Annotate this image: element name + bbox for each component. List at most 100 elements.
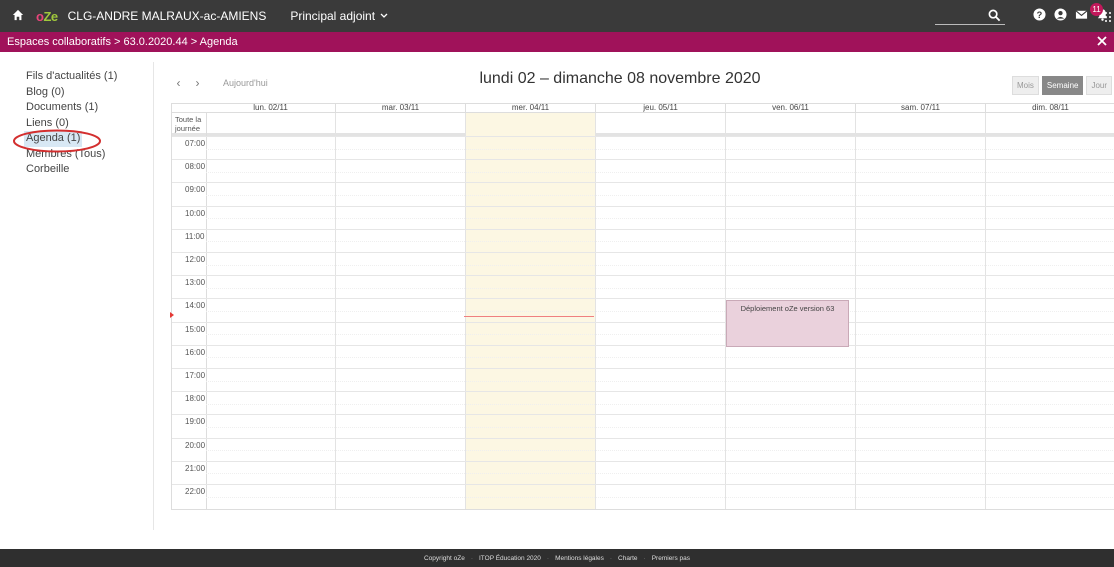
hour-row <box>172 414 1114 437</box>
help-icon[interactable]: ? <box>1033 8 1048 23</box>
hour-label: 11:00 <box>185 231 205 241</box>
footer-itop[interactable]: ITOP Éducation 2020 <box>479 555 541 562</box>
search-icon[interactable] <box>988 9 1002 23</box>
event-title: Déploiement oZe version 63 <box>740 304 835 313</box>
footer-copyright[interactable]: Copyright oZe <box>424 555 465 562</box>
current-time-line <box>464 316 594 317</box>
half-hour-line <box>206 148 1114 150</box>
sidebar-item-documents[interactable]: Documents (1) <box>26 100 117 116</box>
day-header[interactable]: ven. 06/11 <box>726 103 856 113</box>
allday-label: Toute la journée <box>175 115 202 133</box>
half-hour-line <box>206 426 1114 428</box>
hour-label: 07:00 <box>185 139 206 148</box>
grid-bottom-border <box>171 509 1114 510</box>
view-month-button[interactable]: Mois <box>1012 76 1039 95</box>
role-selector[interactable]: Principal adjoint <box>290 9 388 23</box>
footer-charte[interactable]: Charte <box>618 555 638 562</box>
svg-text:?: ? <box>1037 10 1043 20</box>
today-button[interactable]: Aujourd'hui <box>223 78 268 88</box>
hour-row <box>172 182 1114 205</box>
half-hour-line <box>206 450 1114 452</box>
half-hour-line <box>206 241 1114 243</box>
half-hour-line <box>206 473 1114 475</box>
hour-label: 17:00 <box>185 371 206 380</box>
hour-row <box>172 344 1114 368</box>
hour-label: 21:00 <box>185 463 206 473</box>
sidebar-item-blog[interactable]: Blog (0) <box>26 85 117 101</box>
calendar-event[interactable]: Déploiement oZe version 63 <box>726 300 849 347</box>
hour-label: 15:00 <box>185 324 206 334</box>
hour-row <box>172 321 1114 345</box>
calendar-nav: ‹ › Aujourd'hui <box>171 75 268 90</box>
hour-row <box>172 298 1114 321</box>
top-navbar: oZe CLG-ANDRE MALRAUX-ac-AMIENS Principa… <box>0 0 1114 32</box>
hour-label: 10:00 <box>185 208 206 218</box>
footer: Copyright oZe · ITOP Éducation 2020 · Ment… <box>0 549 1114 567</box>
apps-icon[interactable] <box>1104 11 1112 23</box>
mail-icon[interactable] <box>1075 8 1090 23</box>
breadcrumb-text[interactable]: Espaces collaboratifs > 63.0.2020.44 > A… <box>7 36 238 48</box>
hour-label: 22:00 <box>185 487 206 496</box>
half-hour-line <box>206 310 1114 312</box>
hour-label: 18:00 <box>185 394 206 404</box>
hour-label: 14:00 <box>185 301 206 311</box>
hour-label: 13:00 <box>185 278 206 288</box>
day-header[interactable]: jeu. 05/11 <box>596 103 726 113</box>
close-icon[interactable] <box>1096 35 1108 47</box>
hour-row <box>172 205 1114 229</box>
hour-row <box>172 368 1114 391</box>
half-hour-line <box>206 403 1114 405</box>
hour-row <box>172 252 1114 275</box>
sidebar-divider <box>153 62 154 530</box>
hour-label: 16:00 <box>185 347 206 357</box>
hour-row <box>172 159 1114 182</box>
next-week-button[interactable]: › <box>190 75 205 90</box>
day-header[interactable]: sam. 07/11 <box>856 103 986 113</box>
home-icon[interactable] <box>12 9 26 23</box>
half-hour-line <box>206 496 1114 498</box>
hour-row <box>172 460 1114 484</box>
highlight-circle <box>13 129 101 153</box>
view-week-button[interactable]: Semaine <box>1041 76 1084 95</box>
hour-label: 08:00 <box>185 162 206 172</box>
current-time-marker <box>170 312 174 318</box>
week-grid: Toute la journée lun. 02/11 mar. 03/11 mer… <box>171 103 1114 510</box>
calendar-title: lundi 02 – dimanche 08 novembre 2020 <box>479 70 761 87</box>
hour-row <box>172 437 1114 461</box>
view-day-button[interactable]: Jour <box>1086 76 1113 95</box>
sidebar: Fils d'actualités (1) Blog (0) Documents… <box>24 69 117 178</box>
hour-row <box>172 391 1114 414</box>
day-header[interactable]: mar. 03/11 <box>336 103 466 113</box>
hour-row <box>172 136 1114 159</box>
hour-label: 12:00 <box>185 255 206 264</box>
role-label: Principal adjoint <box>290 9 376 23</box>
hour-label: 09:00 <box>185 185 206 195</box>
breadcrumb: Espaces collaboratifs > 63.0.2020.44 > A… <box>0 32 1114 52</box>
chevron-down-icon <box>380 13 388 18</box>
half-hour-line <box>206 380 1114 382</box>
hour-row <box>172 275 1114 298</box>
user-icon[interactable] <box>1054 8 1069 23</box>
footer-premiers-pas[interactable]: Premiers pas <box>652 555 690 562</box>
view-switcher: Mois Semaine Jour <box>1012 76 1113 95</box>
hour-label: 20:00 <box>185 440 206 450</box>
school-name[interactable]: CLG-ANDRE MALRAUX-ac-AMIENS <box>68 9 267 23</box>
half-hour-line <box>206 171 1114 173</box>
hour-row <box>172 484 1114 507</box>
sidebar-item-corbeille[interactable]: Corbeille <box>26 162 117 178</box>
oze-logo[interactable]: oZe <box>36 9 58 24</box>
half-hour-line <box>206 334 1114 336</box>
sidebar-item-actualites[interactable]: Fils d'actualités (1) <box>26 69 117 85</box>
half-hour-line <box>206 218 1114 220</box>
footer-mentions[interactable]: Mentions légales <box>555 555 604 562</box>
half-hour-line <box>206 264 1114 266</box>
half-hour-line <box>206 357 1114 359</box>
day-header[interactable]: dim. 08/11 <box>986 103 1114 113</box>
notification-badge: 11 <box>1090 3 1103 16</box>
half-hour-line <box>206 194 1114 196</box>
hour-row <box>172 228 1114 252</box>
prev-week-button[interactable]: ‹ <box>171 75 186 90</box>
half-hour-line <box>206 287 1114 289</box>
day-header[interactable]: mer. 04/11 <box>466 103 596 113</box>
day-header[interactable]: lun. 02/11 <box>206 103 336 113</box>
